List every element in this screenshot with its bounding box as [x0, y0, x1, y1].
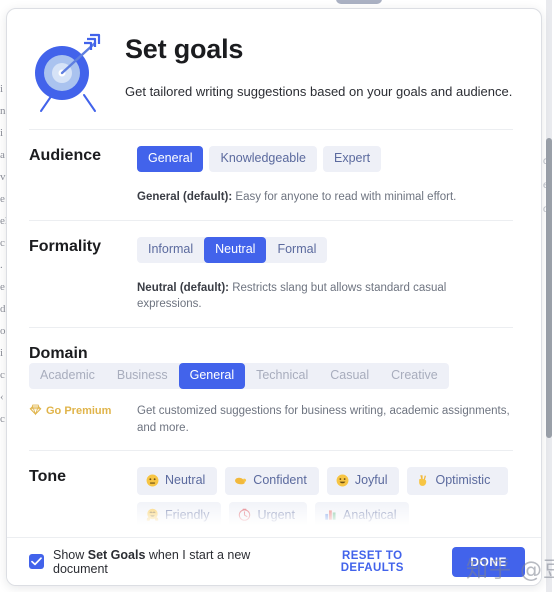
tone-option-confident[interactable]: Confident: [225, 467, 319, 495]
tone-option-analytical[interactable]: Analytical: [315, 501, 409, 529]
victory-hand-icon: [416, 474, 429, 487]
neutral-face-icon: [146, 474, 159, 487]
smiling-face-with-hands-icon: [146, 508, 159, 522]
tone-label-analytical: Analytical: [343, 507, 397, 522]
stopwatch-icon: [238, 508, 251, 522]
done-button[interactable]: DONE: [452, 546, 525, 577]
show-set-goals-checkbox-row[interactable]: Show Set Goals when I start a new docume…: [29, 548, 302, 576]
formality-helper-text: Neutral (default): Restricts slang but a…: [137, 280, 513, 313]
section-domain: Domain Academic Business General Technic…: [29, 327, 513, 450]
audience-helper-body: Easy for anyone to read with minimal eff…: [232, 191, 457, 203]
show-set-goals-label: Show Set Goals when I start a new docume…: [53, 548, 302, 576]
section-formality: Formality Informal Neutral Formal Neutra…: [29, 219, 513, 327]
domain-option-group: Academic Business General Technical Casu…: [29, 363, 449, 390]
tone-option-joyful[interactable]: Joyful: [326, 467, 400, 495]
tone-label-neutral: Neutral: [165, 473, 206, 488]
tone-label-joyful: Joyful: [354, 473, 388, 488]
audience-option-knowledgeable[interactable]: Knowledgeable: [209, 146, 317, 172]
tone-option-group: Neutral Confident Joyful Optimistic Frie…: [137, 467, 513, 537]
domain-option-technical[interactable]: Technical: [245, 363, 319, 389]
section-label-domain: Domain: [29, 345, 88, 363]
flexed-biceps-icon: [234, 474, 247, 487]
show-set-goals-checkbox[interactable]: [29, 554, 44, 569]
domain-option-creative[interactable]: Creative: [380, 363, 449, 389]
reset-to-defaults-button[interactable]: RESET TO DEFAULTS: [302, 544, 442, 580]
gem-icon: [29, 403, 42, 419]
page-scrollbar-thumb[interactable]: [546, 138, 552, 438]
domain-premium-note: Get customized suggestions for business …: [137, 405, 510, 434]
tone-option-friendly[interactable]: Friendly: [137, 501, 222, 529]
modal-header: Set goals Get tailored writing suggestio…: [29, 27, 513, 129]
domain-option-business[interactable]: Business: [106, 363, 179, 389]
target-with-arrow-icon: [29, 33, 107, 113]
formality-option-neutral[interactable]: Neutral: [204, 236, 267, 263]
go-premium-link[interactable]: Go Premium: [29, 403, 137, 419]
audience-helper-bold: General (default):: [137, 191, 233, 203]
audience-option-group: General Knowledgeable Expert: [137, 146, 513, 172]
section-tone: Tone Neutral Confident Joyful Optimistic…: [29, 450, 513, 537]
domain-option-casual[interactable]: Casual: [319, 363, 380, 389]
audience-option-general[interactable]: General: [137, 146, 204, 172]
domain-option-general[interactable]: General: [178, 363, 246, 390]
tone-label-friendly: Friendly: [165, 507, 210, 522]
bar-chart-icon: [324, 508, 337, 521]
check-label-prefix: Show: [53, 547, 88, 562]
check-label-bold: Set Goals: [87, 547, 146, 562]
modal-subtitle: Get tailored writing suggestions based o…: [125, 83, 513, 99]
audience-helper-text: General (default): Easy for anyone to re…: [137, 189, 513, 206]
page-scrollbar-track[interactable]: [546, 0, 552, 592]
domain-option-academic[interactable]: Academic: [29, 363, 106, 389]
formality-option-formal[interactable]: Formal: [266, 237, 327, 263]
formality-helper-bold: Neutral (default):: [137, 281, 229, 294]
tone-option-optimistic[interactable]: Optimistic: [407, 467, 509, 495]
section-label-tone: Tone: [29, 468, 67, 486]
modal-scroll-area: Set goals Get tailored writing suggestio…: [7, 9, 541, 537]
check-icon: [31, 557, 42, 566]
page-title: Set goals: [125, 34, 244, 64]
formality-option-group: Informal Neutral Formal: [137, 236, 328, 263]
section-label-formality: Formality: [29, 237, 102, 255]
tone-label-confident: Confident: [253, 473, 307, 488]
formality-option-informal[interactable]: Informal: [137, 237, 204, 263]
tone-option-neutral[interactable]: Neutral: [137, 467, 218, 495]
section-label-audience: Audience: [29, 147, 102, 164]
set-goals-modal: Set goals Get tailored writing suggestio…: [6, 8, 542, 586]
section-audience: Audience General Knowledgeable Expert Ge…: [29, 129, 513, 220]
tone-label-optimistic: Optimistic: [435, 473, 491, 488]
audience-option-expert[interactable]: Expert: [322, 146, 382, 172]
tone-label-urgent: Urgent: [257, 507, 295, 522]
tone-option-urgent[interactable]: Urgent: [229, 501, 307, 529]
go-premium-label: Go Premium: [46, 405, 112, 418]
background-pill-peek: [336, 0, 382, 4]
modal-footer: Show Set Goals when I start a new docume…: [7, 537, 541, 585]
smiling-face-icon: [336, 474, 349, 487]
